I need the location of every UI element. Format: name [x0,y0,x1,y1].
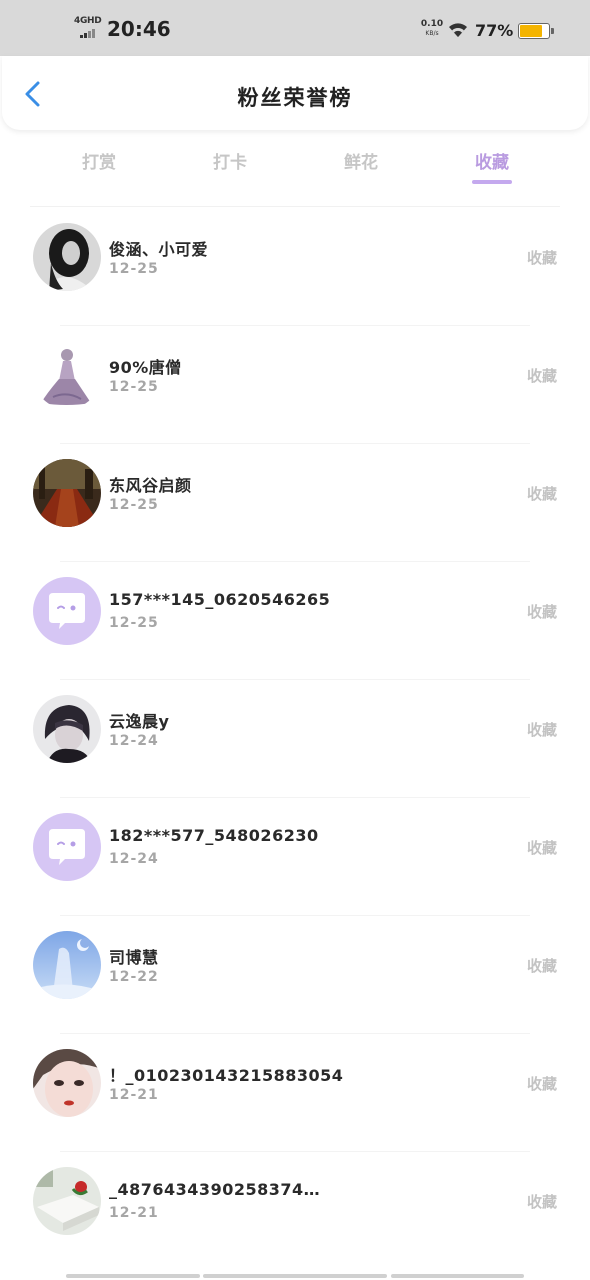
item-type-label: 收藏 [526,603,557,621]
list-item[interactable]: _4876434390258374… 12-21 收藏 [0,1152,590,1270]
list-item[interactable]: 157***145_0620546265 12-25 收藏 [0,562,590,680]
user-name: 俊涵、小可爱 [109,240,209,259]
user-name: _4876434390258374… [109,1180,321,1199]
user-name: 司博慧 [109,948,159,967]
battery-fill [520,25,542,37]
item-type-label: 收藏 [526,957,557,975]
network-type: 4GHD [74,16,102,26]
item-type-label: 收藏 [526,721,557,739]
header: 粉丝荣誉榜 [2,56,588,130]
tab-flowers[interactable]: 鲜花 [311,148,411,173]
list-item[interactable]: 云逸晨y 12-24 收藏 [0,680,590,798]
clock: 20:46 [107,17,171,41]
date: 12-25 [109,497,159,513]
screen: 4GHD 20:46 0.10 KB/s 77% 粉丝荣誉榜 打赏 打卡 鲜花 … [0,0,590,1280]
list-item[interactable]: 182***577_548026230 12-24 收藏 [0,798,590,916]
list-item[interactable]: 90%唐僧 12-25 收藏 [0,326,590,444]
item-type-label: 收藏 [526,1075,557,1093]
date: 12-25 [109,615,159,631]
date: 12-22 [109,969,159,985]
user-name: 157***145_0620546265 [109,590,331,609]
active-tab-indicator [472,180,512,184]
scroll-indicator [66,1274,200,1278]
status-bar: 4GHD 20:46 0.10 KB/s 77% [0,0,590,56]
scroll-indicator [203,1274,387,1278]
item-type-label: 收藏 [526,249,557,267]
list-item[interactable]: 东风谷启颜 12-25 收藏 [0,444,590,562]
item-type-label: 收藏 [526,839,557,857]
default-chat-avatar-icon [33,577,101,645]
user-name: 182***577_548026230 [109,826,319,845]
divider [30,206,560,207]
user-name: 云逸晨y [109,712,170,731]
item-type-label: 收藏 [526,485,557,503]
user-name: ！_010230143215883054 [109,1066,344,1085]
list-item[interactable]: ！_010230143215883054 12-21 收藏 [0,1034,590,1152]
date: 12-24 [109,851,159,867]
item-type-label: 收藏 [526,367,557,385]
page-title: 粉丝荣誉榜 [237,86,353,110]
network-speed-value: 0.10 [420,19,444,29]
network-speed: 0.10 KB/s [420,20,444,38]
avatar[interactable] [33,813,101,881]
user-name: 90%唐僧 [109,358,182,377]
avatar[interactable] [33,695,101,763]
avatar[interactable] [33,577,101,645]
date: 12-25 [109,261,159,277]
fan-list: 俊涵、小可爱 12-25 收藏 90%唐僧 12-25 收藏 东风谷启颜 12-… [0,208,590,1270]
network-speed-unit: KB/s [425,30,439,37]
avatar[interactable] [33,1167,101,1235]
list-item[interactable]: 俊涵、小可爱 12-25 收藏 [0,208,590,326]
tab-favorites[interactable]: 收藏 [442,148,542,173]
avatar[interactable] [33,1049,101,1117]
user-name: 东风谷启颜 [109,476,192,495]
default-chat-avatar-icon [33,813,101,881]
list-item[interactable]: 司博慧 12-22 收藏 [0,916,590,1034]
scroll-indicator [391,1274,524,1278]
avatar[interactable] [33,459,101,527]
tab-checkin[interactable]: 打卡 [180,148,280,173]
signal-icon: 4GHD [74,16,102,40]
avatar[interactable] [33,223,101,291]
tab-reward[interactable]: 打赏 [49,148,149,173]
item-type-label: 收藏 [526,1193,557,1211]
avatar[interactable] [33,341,101,409]
date: 12-24 [109,733,159,749]
wifi-icon [448,22,468,38]
date: 12-21 [109,1205,159,1221]
battery-percent: 77% [475,21,514,40]
battery-icon [518,23,554,39]
date: 12-21 [109,1087,159,1103]
avatar[interactable] [33,931,101,999]
date: 12-25 [109,379,159,395]
